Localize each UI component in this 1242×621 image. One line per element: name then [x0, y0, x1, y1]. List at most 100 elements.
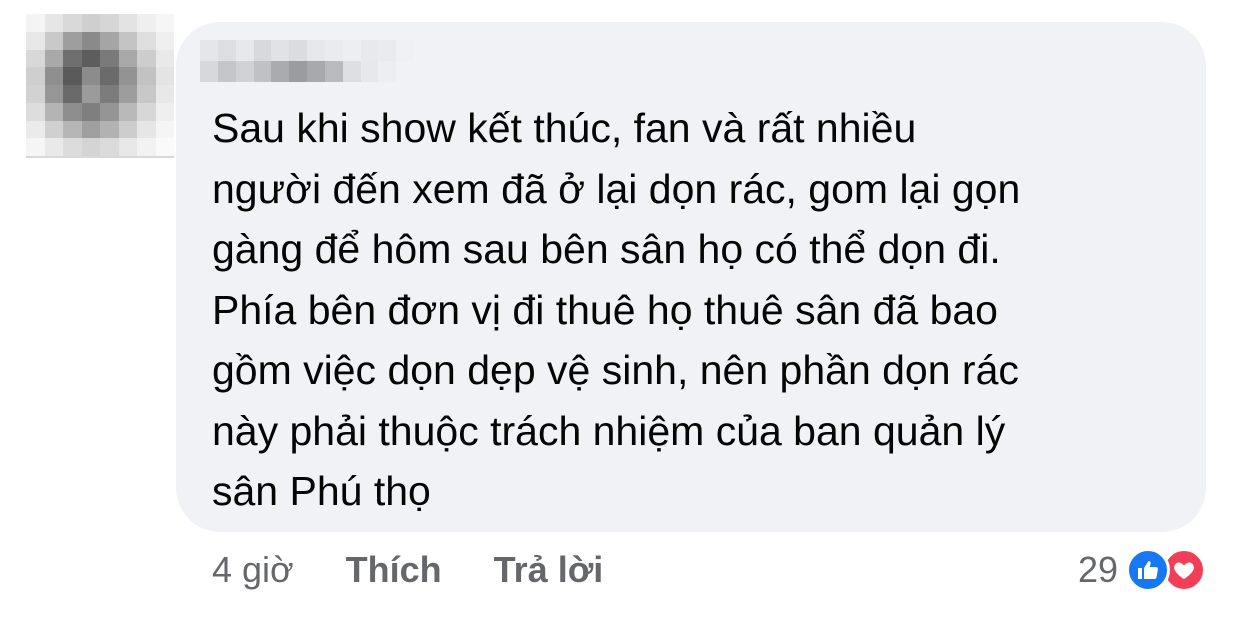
avatar-pixel — [63, 14, 82, 32]
comment-line: Sau khi show kết thúc, fan và rất nhiều — [212, 105, 917, 151]
avatar-pixel — [26, 14, 45, 32]
author-name-pixel — [271, 40, 290, 61]
avatar-pixel — [155, 31, 174, 50]
avatar-pixel — [137, 31, 156, 50]
avatar-pixel — [118, 102, 137, 121]
avatar-pixel — [100, 67, 119, 85]
author-name-pixel — [396, 40, 414, 61]
avatar-pixel — [100, 14, 119, 32]
author-name-pixel — [307, 40, 325, 61]
author-name-pixel — [200, 40, 218, 61]
author-name-pixel — [342, 40, 361, 61]
author-name-pixel — [378, 61, 397, 82]
timestamp[interactable]: 4 giờ — [212, 549, 294, 591]
comment-line: người đến xem đã ở lại dọn rác, gom lại … — [212, 165, 1021, 212]
reaction-count: 29 — [1077, 549, 1118, 590]
author-name-pixel — [289, 40, 307, 61]
comment-line: gàng để hôm sau bên sân họ có thể dọn đi… — [212, 226, 1001, 272]
avatar-pixel — [118, 49, 137, 68]
avatar-pixel — [155, 49, 174, 68]
avatar-pixel — [155, 85, 174, 103]
author-name-pixel — [217, 40, 236, 61]
author-name-pixel — [200, 61, 218, 82]
avatar-pixel — [137, 85, 156, 103]
avatar-pixel — [63, 49, 82, 68]
author-name-pixel — [235, 40, 254, 61]
author-name-pixel — [378, 40, 397, 61]
comment-line: này phải thuộc trách nhiệm của ban quản … — [212, 407, 1006, 454]
avatar-pixel — [44, 120, 63, 139]
author-name-pixel — [271, 61, 290, 82]
author-name-pixel — [235, 61, 254, 82]
avatar-pixel — [100, 120, 119, 139]
avatar-pixel — [100, 85, 119, 103]
author-name-pixel — [307, 61, 325, 82]
avatar-pixel — [63, 138, 82, 156]
avatar-pixel — [63, 85, 82, 103]
avatar-pixel — [81, 102, 100, 121]
avatar-pixel — [100, 49, 119, 68]
avatar-pixel — [81, 120, 100, 139]
avatar-pixel — [155, 138, 174, 156]
comment-text: Sau khi show kết thúc, fan và rất nhiều … — [212, 98, 1192, 522]
avatar-pixel — [100, 102, 119, 121]
avatar-pixel — [26, 120, 45, 139]
avatar-pixel — [44, 102, 63, 121]
avatar-pixel — [81, 85, 100, 103]
author-name-pixel — [324, 40, 343, 61]
avatar-pixel — [137, 49, 156, 68]
avatar-pixel — [118, 85, 137, 103]
author-name-pixel — [360, 40, 379, 61]
like-button[interactable]: Thích — [346, 549, 442, 591]
comment-container: Sau khi show kết thúc, fan và rất nhiều … — [0, 0, 1242, 621]
avatar-pixel — [118, 31, 137, 50]
avatar-pixel — [155, 67, 174, 85]
comment-actions: 4 giờ Thích Trả lời — [212, 548, 603, 592]
author-name-blurred[interactable] — [200, 40, 414, 82]
avatar-pixel — [118, 67, 137, 85]
avatar-pixel — [155, 102, 174, 121]
avatar-pixel — [63, 67, 82, 85]
reaction-summary[interactable]: 29 — [1078, 545, 1206, 595]
avatar-pixel — [137, 14, 156, 32]
avatar-pixel — [155, 120, 174, 139]
author-name-pixel — [217, 61, 236, 82]
avatar-pixel — [118, 138, 137, 156]
avatar-pixel — [118, 14, 137, 32]
avatar-pixel — [63, 102, 82, 121]
avatar-pixel — [137, 120, 156, 139]
avatar[interactable] — [26, 14, 174, 158]
avatar-pixel — [81, 31, 100, 50]
comment-line: sân Phú thọ — [212, 468, 431, 514]
avatar-pixel — [26, 31, 45, 50]
avatar-pixel — [81, 49, 100, 68]
avatar-pixel — [44, 49, 63, 68]
author-name-pixel — [324, 61, 343, 82]
avatar-pixel — [44, 31, 63, 50]
comment-line: Phía bên đơn vị đi thuê họ thuê sân đã b… — [212, 286, 998, 333]
avatar-pixel — [81, 67, 100, 85]
avatar-pixel — [44, 14, 63, 32]
author-name-pixel — [289, 61, 307, 82]
author-name-pixel — [342, 61, 361, 82]
avatar-pixel — [26, 67, 45, 85]
author-name-pixel — [253, 40, 272, 61]
avatar-pixel — [44, 67, 63, 85]
avatar-pixel — [26, 49, 45, 68]
heart-icon — [1174, 562, 1194, 579]
avatar-pixel — [155, 14, 174, 32]
like-icon — [1126, 548, 1170, 592]
avatar-pixel — [44, 85, 63, 103]
author-name-pixel — [360, 61, 379, 82]
avatar-pixel — [100, 31, 119, 50]
avatar-pixel — [44, 138, 63, 156]
avatar-pixel — [81, 14, 100, 32]
avatar-pixel — [137, 67, 156, 85]
reply-button[interactable]: Trả lời — [494, 549, 604, 591]
avatar-pixel — [63, 31, 82, 50]
comment-line: gồm việc dọn dẹp vệ sinh, nên phần dọn r… — [212, 347, 1019, 393]
avatar-pixel — [26, 85, 45, 103]
author-name-pixel — [396, 61, 414, 82]
thumbs-up-icon — [1138, 561, 1158, 579]
avatar-pixel — [137, 138, 156, 156]
